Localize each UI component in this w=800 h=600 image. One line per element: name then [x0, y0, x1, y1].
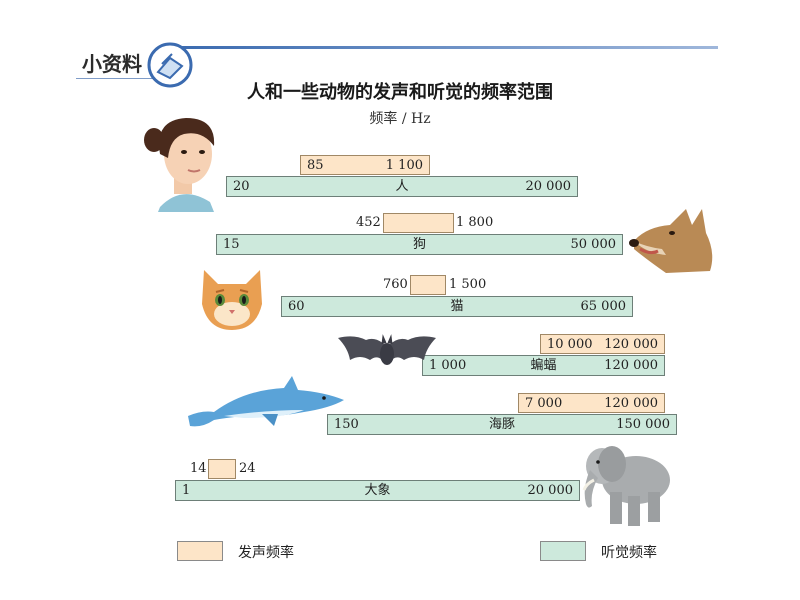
voice-max-label: 24	[239, 461, 256, 476]
hearing-bar-dolphin: 150 海豚 150 000	[327, 414, 677, 435]
bat-icon	[338, 334, 436, 365]
legend-voice-swatch	[177, 541, 223, 561]
legend-hearing-label: 听觉频率	[601, 545, 657, 561]
voice-min-label: 760	[383, 277, 408, 292]
animal-name: 大象	[364, 483, 391, 498]
voice-bar-dog	[383, 213, 454, 233]
animal-name: 人	[395, 179, 409, 194]
voice-bar-bat: 10 000 120 000	[540, 334, 665, 354]
voice-min-label: 7 000	[525, 396, 563, 411]
voice-min-label: 452	[356, 215, 381, 230]
hearing-bar-human: 20 人 20 000	[226, 176, 578, 197]
hearing-bar-bat: 1 000 蝙蝠 120 000	[422, 355, 665, 376]
voice-bar-cat	[410, 275, 446, 295]
hearing-max-label: 20 000	[527, 483, 574, 498]
voice-bar-elephant	[208, 459, 236, 479]
hearing-max-label: 20 000	[525, 179, 572, 194]
hearing-max-label: 50 000	[570, 237, 617, 252]
voice-max-label: 1 100	[385, 158, 423, 173]
cat-icon	[202, 270, 262, 330]
hearing-max-label: 150 000	[616, 417, 670, 432]
voice-max-label: 120 000	[604, 396, 658, 411]
diagram-title: 人和一些动物的发声和听觉的频率范围	[247, 82, 553, 103]
animal-name: 狗	[412, 237, 426, 252]
voice-max-label: 1 500	[449, 277, 487, 292]
hearing-bar-dog: 15 狗 50 000	[216, 234, 623, 255]
header-label: 小资料	[82, 52, 142, 76]
hearing-bar-elephant: 1 大象 20 000	[175, 480, 580, 501]
voice-min-label: 14	[190, 461, 207, 476]
legend-voice-label: 发声频率	[238, 545, 294, 561]
hearing-max-label: 65 000	[580, 299, 627, 314]
header-rule	[178, 46, 718, 49]
voice-max-label: 120 000	[604, 337, 658, 352]
voice-max-label: 1 800	[456, 215, 494, 230]
voice-min-label: 10 000	[547, 337, 593, 352]
legend-hearing-swatch	[540, 541, 586, 561]
animal-name: 猫	[450, 299, 464, 314]
voice-bar-dolphin: 7 000 120 000	[518, 393, 665, 413]
dolphin-icon	[188, 376, 344, 427]
voice-bar-human: 85 1 100	[300, 155, 430, 175]
hearing-max-label: 120 000	[604, 358, 658, 373]
voice-min-label: 85	[307, 158, 324, 173]
dog-icon	[629, 209, 713, 273]
elephant-icon	[582, 446, 670, 526]
human-face-icon	[144, 118, 215, 212]
hearing-bar-cat: 60 猫 65 000	[281, 296, 633, 317]
unit-label: 频率 / Hz	[369, 111, 431, 127]
